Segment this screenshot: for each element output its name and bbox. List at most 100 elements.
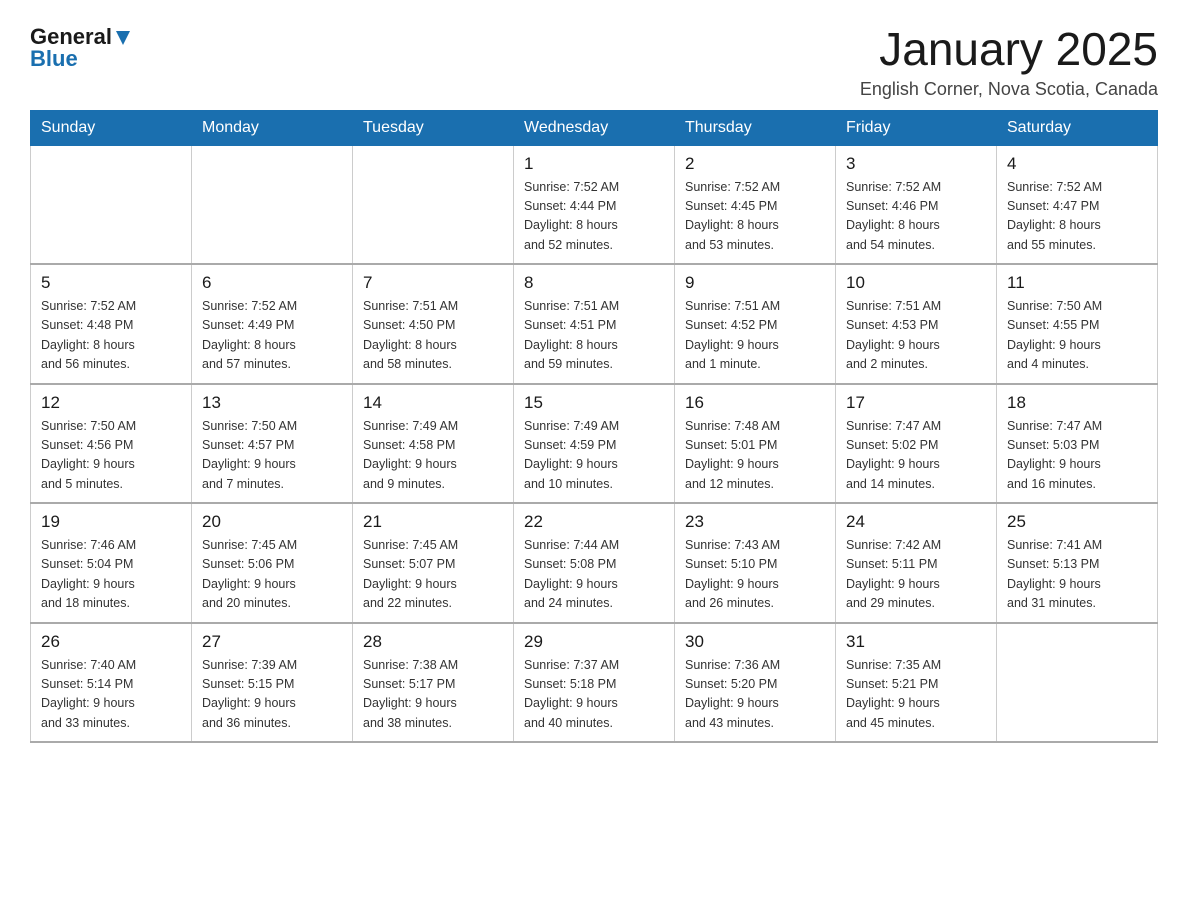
day-info: Sunrise: 7:51 AM Sunset: 4:51 PM Dayligh…: [524, 297, 664, 375]
title-block: January 2025 English Corner, Nova Scotia…: [860, 24, 1158, 100]
page-subtitle: English Corner, Nova Scotia, Canada: [860, 79, 1158, 100]
calendar-cell: 4 Sunrise: 7:52 AM Sunset: 4:47 PM Daylig…: [997, 145, 1158, 264]
page-title: January 2025: [860, 24, 1158, 75]
calendar-cell: [31, 145, 192, 264]
day-info: Sunrise: 7:52 AM Sunset: 4:44 PM Dayligh…: [524, 178, 664, 256]
day-number: 31: [846, 632, 986, 652]
day-info: Sunrise: 7:49 AM Sunset: 4:59 PM Dayligh…: [524, 417, 664, 495]
day-number: 13: [202, 393, 342, 413]
calendar-cell: 6 Sunrise: 7:52 AM Sunset: 4:49 PM Daylig…: [192, 264, 353, 384]
day-info: Sunrise: 7:52 AM Sunset: 4:48 PM Dayligh…: [41, 297, 181, 375]
calendar-cell: 5 Sunrise: 7:52 AM Sunset: 4:48 PM Daylig…: [31, 264, 192, 384]
day-info: Sunrise: 7:48 AM Sunset: 5:01 PM Dayligh…: [685, 417, 825, 495]
day-number: 29: [524, 632, 664, 652]
logo: General Blue: [30, 24, 132, 72]
day-of-week-header: Wednesday: [514, 110, 675, 145]
day-info: Sunrise: 7:44 AM Sunset: 5:08 PM Dayligh…: [524, 536, 664, 614]
day-info: Sunrise: 7:50 AM Sunset: 4:56 PM Dayligh…: [41, 417, 181, 495]
calendar-header-row: SundayMondayTuesdayWednesdayThursdayFrid…: [31, 110, 1158, 145]
day-number: 6: [202, 273, 342, 293]
calendar-cell: 26 Sunrise: 7:40 AM Sunset: 5:14 PM Dayli…: [31, 623, 192, 743]
day-number: 16: [685, 393, 825, 413]
page-header: General Blue January 2025 English Corner…: [30, 24, 1158, 100]
calendar-cell: 1 Sunrise: 7:52 AM Sunset: 4:44 PM Daylig…: [514, 145, 675, 264]
day-info: Sunrise: 7:51 AM Sunset: 4:50 PM Dayligh…: [363, 297, 503, 375]
calendar-cell: 7 Sunrise: 7:51 AM Sunset: 4:50 PM Daylig…: [353, 264, 514, 384]
day-number: 12: [41, 393, 181, 413]
day-number: 17: [846, 393, 986, 413]
day-info: Sunrise: 7:39 AM Sunset: 5:15 PM Dayligh…: [202, 656, 342, 734]
calendar-cell: 16 Sunrise: 7:48 AM Sunset: 5:01 PM Dayli…: [675, 384, 836, 504]
calendar-cell: 22 Sunrise: 7:44 AM Sunset: 5:08 PM Dayli…: [514, 503, 675, 623]
calendar-cell: 23 Sunrise: 7:43 AM Sunset: 5:10 PM Dayli…: [675, 503, 836, 623]
day-number: 3: [846, 154, 986, 174]
day-number: 8: [524, 273, 664, 293]
day-info: Sunrise: 7:49 AM Sunset: 4:58 PM Dayligh…: [363, 417, 503, 495]
calendar-week-row: 12 Sunrise: 7:50 AM Sunset: 4:56 PM Dayli…: [31, 384, 1158, 504]
calendar-cell: 18 Sunrise: 7:47 AM Sunset: 5:03 PM Dayli…: [997, 384, 1158, 504]
day-info: Sunrise: 7:36 AM Sunset: 5:20 PM Dayligh…: [685, 656, 825, 734]
day-info: Sunrise: 7:47 AM Sunset: 5:03 PM Dayligh…: [1007, 417, 1147, 495]
calendar-cell: 12 Sunrise: 7:50 AM Sunset: 4:56 PM Dayli…: [31, 384, 192, 504]
day-info: Sunrise: 7:52 AM Sunset: 4:47 PM Dayligh…: [1007, 178, 1147, 256]
day-info: Sunrise: 7:50 AM Sunset: 4:57 PM Dayligh…: [202, 417, 342, 495]
day-number: 18: [1007, 393, 1147, 413]
day-of-week-header: Monday: [192, 110, 353, 145]
day-info: Sunrise: 7:47 AM Sunset: 5:02 PM Dayligh…: [846, 417, 986, 495]
calendar-cell: 15 Sunrise: 7:49 AM Sunset: 4:59 PM Dayli…: [514, 384, 675, 504]
day-number: 22: [524, 512, 664, 532]
calendar-cell: 11Sunrise: 7:50 AM Sunset: 4:55 PM Dayli…: [997, 264, 1158, 384]
calendar-week-row: 5 Sunrise: 7:52 AM Sunset: 4:48 PM Daylig…: [31, 264, 1158, 384]
day-info: Sunrise: 7:40 AM Sunset: 5:14 PM Dayligh…: [41, 656, 181, 734]
calendar-table: SundayMondayTuesdayWednesdayThursdayFrid…: [30, 110, 1158, 744]
calendar-cell: 29 Sunrise: 7:37 AM Sunset: 5:18 PM Dayli…: [514, 623, 675, 743]
day-number: 23: [685, 512, 825, 532]
day-number: 28: [363, 632, 503, 652]
calendar-cell: 13 Sunrise: 7:50 AM Sunset: 4:57 PM Dayli…: [192, 384, 353, 504]
calendar-week-row: 26 Sunrise: 7:40 AM Sunset: 5:14 PM Dayli…: [31, 623, 1158, 743]
day-number: 10: [846, 273, 986, 293]
calendar-cell: 17 Sunrise: 7:47 AM Sunset: 5:02 PM Dayli…: [836, 384, 997, 504]
calendar-cell: [997, 623, 1158, 743]
calendar-cell: 10 Sunrise: 7:51 AM Sunset: 4:53 PM Dayli…: [836, 264, 997, 384]
calendar-cell: [192, 145, 353, 264]
calendar-cell: 9Sunrise: 7:51 AM Sunset: 4:52 PM Daylig…: [675, 264, 836, 384]
day-info: Sunrise: 7:41 AM Sunset: 5:13 PM Dayligh…: [1007, 536, 1147, 614]
day-info: Sunrise: 7:46 AM Sunset: 5:04 PM Dayligh…: [41, 536, 181, 614]
day-info: Sunrise: 7:50 AM Sunset: 4:55 PM Dayligh…: [1007, 297, 1147, 375]
calendar-cell: 14 Sunrise: 7:49 AM Sunset: 4:58 PM Dayli…: [353, 384, 514, 504]
calendar-cell: 31 Sunrise: 7:35 AM Sunset: 5:21 PM Dayli…: [836, 623, 997, 743]
day-of-week-header: Saturday: [997, 110, 1158, 145]
day-info: Sunrise: 7:52 AM Sunset: 4:46 PM Dayligh…: [846, 178, 986, 256]
day-number: 27: [202, 632, 342, 652]
day-number: 26: [41, 632, 181, 652]
day-number: 20: [202, 512, 342, 532]
day-number: 24: [846, 512, 986, 532]
day-info: Sunrise: 7:45 AM Sunset: 5:06 PM Dayligh…: [202, 536, 342, 614]
day-info: Sunrise: 7:45 AM Sunset: 5:07 PM Dayligh…: [363, 536, 503, 614]
day-info: Sunrise: 7:35 AM Sunset: 5:21 PM Dayligh…: [846, 656, 986, 734]
day-number: 5: [41, 273, 181, 293]
day-number: 4: [1007, 154, 1147, 174]
calendar-cell: 19 Sunrise: 7:46 AM Sunset: 5:04 PM Dayli…: [31, 503, 192, 623]
logo-blue: Blue: [30, 46, 132, 72]
day-info: Sunrise: 7:37 AM Sunset: 5:18 PM Dayligh…: [524, 656, 664, 734]
day-number: 7: [363, 273, 503, 293]
day-number: 1: [524, 154, 664, 174]
day-info: Sunrise: 7:51 AM Sunset: 4:53 PM Dayligh…: [846, 297, 986, 375]
day-number: 15: [524, 393, 664, 413]
day-number: 19: [41, 512, 181, 532]
calendar-week-row: 19 Sunrise: 7:46 AM Sunset: 5:04 PM Dayli…: [31, 503, 1158, 623]
calendar-cell: 28Sunrise: 7:38 AM Sunset: 5:17 PM Dayli…: [353, 623, 514, 743]
day-number: 9: [685, 273, 825, 293]
day-info: Sunrise: 7:52 AM Sunset: 4:49 PM Dayligh…: [202, 297, 342, 375]
calendar-cell: 21Sunrise: 7:45 AM Sunset: 5:07 PM Dayli…: [353, 503, 514, 623]
day-of-week-header: Thursday: [675, 110, 836, 145]
day-info: Sunrise: 7:43 AM Sunset: 5:10 PM Dayligh…: [685, 536, 825, 614]
day-of-week-header: Friday: [836, 110, 997, 145]
calendar-cell: 30Sunrise: 7:36 AM Sunset: 5:20 PM Dayli…: [675, 623, 836, 743]
calendar-cell: 25Sunrise: 7:41 AM Sunset: 5:13 PM Dayli…: [997, 503, 1158, 623]
day-info: Sunrise: 7:42 AM Sunset: 5:11 PM Dayligh…: [846, 536, 986, 614]
day-number: 14: [363, 393, 503, 413]
day-of-week-header: Tuesday: [353, 110, 514, 145]
